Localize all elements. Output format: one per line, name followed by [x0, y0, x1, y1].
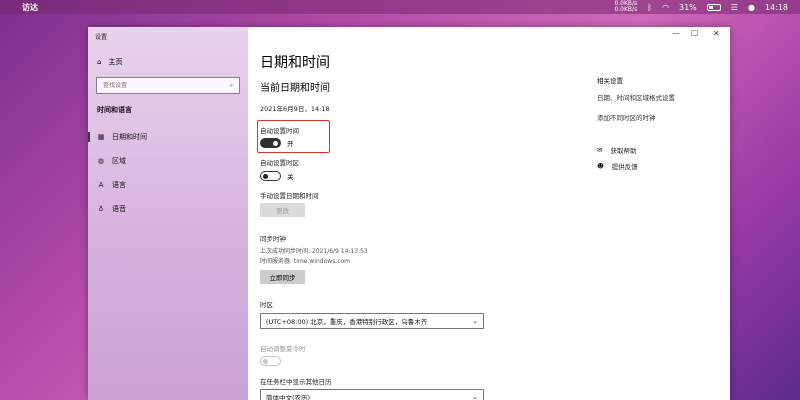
- settings-window: 设置 ⌂ 主页 ⌕ 时间和语言 ▦ 日期和时间 ◍ 区域 A 语言 ♁ 语音 —…: [88, 27, 730, 400]
- chevron-down-icon: ⌄: [472, 317, 478, 325]
- calendar-value: 简体中文(农历): [266, 394, 311, 400]
- page-title: 日期和时间: [260, 55, 330, 71]
- current-datetime: 2021年6月9日，14:18: [260, 105, 330, 113]
- net-down: 0.0KB/s: [614, 6, 638, 13]
- microphone-icon: ♁: [98, 205, 104, 213]
- time-server-text: 时间服务器: time.windows.com: [260, 258, 351, 265]
- chevron-down-icon: ⌄: [472, 393, 478, 400]
- status-area: 0.0KB/s 0.0KB/s ᛒ ◠ 31% ☰ ● 14:18: [614, 1, 800, 13]
- sidebar-item-label: 语言: [112, 181, 126, 189]
- sidebar-section-title: 时间和语言: [97, 106, 132, 114]
- feedback-label: 提供反馈: [611, 163, 638, 171]
- auto-time-toggle[interactable]: [260, 138, 281, 148]
- feedback-icon: ☻: [597, 162, 604, 170]
- auto-timezone-toggle[interactable]: [260, 171, 281, 181]
- auto-timezone-row: 关: [260, 171, 294, 181]
- sidebar-item-region[interactable]: ◍ 区域: [88, 153, 248, 169]
- help-icon: ✉: [597, 146, 603, 154]
- timezone-label: 时区: [260, 301, 273, 309]
- get-help-label: 获取帮助: [610, 147, 637, 155]
- network-speed: 0.0KB/s 0.0KB/s: [614, 1, 637, 13]
- last-sync-text: 上次成功同步时间: 2021/6/9 14:13:53: [260, 248, 368, 255]
- active-app-name[interactable]: 访达: [22, 2, 38, 13]
- auto-timezone-label: 自动设置时区: [260, 159, 299, 167]
- sidebar-item-label: 区域: [112, 157, 126, 165]
- globe-icon: ◍: [97, 157, 105, 165]
- calendar-select[interactable]: 简体中文(农历) ⌄: [260, 389, 484, 400]
- sync-now-button[interactable]: 立即同步: [260, 270, 305, 284]
- calendar-icon: ▦: [97, 133, 105, 141]
- bluetooth-icon[interactable]: ᛒ: [647, 3, 652, 12]
- section-title-current: 当前日期和时间: [260, 83, 330, 94]
- control-center-icon[interactable]: ☰: [731, 3, 738, 12]
- sidebar-item-date-time[interactable]: ▦ 日期和时间: [88, 129, 248, 145]
- dst-label: 自动调整夏令时: [260, 345, 306, 353]
- sidebar-home[interactable]: ⌂ 主页: [97, 57, 122, 67]
- search-icon[interactable]: ⌕: [230, 82, 233, 90]
- wifi-icon[interactable]: ◠: [662, 3, 669, 12]
- menubar-clock[interactable]: 14:18: [765, 3, 788, 12]
- auto-timezone-state: 关: [287, 173, 294, 181]
- close-button[interactable]: ✕: [713, 29, 720, 38]
- dst-row: [260, 356, 281, 366]
- main-content: — ☐ ✕ 日期和时间 当前日期和时间 2021年6月9日，14:18 自动设置…: [248, 27, 730, 400]
- related-settings-panel: 相关设置 日期、时间和区域格式设置 添加不同时区的时钟 ✉ 获取帮助 ☻ 提供反…: [597, 75, 727, 171]
- feedback-link[interactable]: ☻ 提供反馈: [597, 161, 727, 171]
- auto-time-row: 开: [260, 138, 294, 148]
- maximize-button[interactable]: ☐: [691, 29, 698, 38]
- search-input[interactable]: [103, 82, 213, 89]
- minimize-button[interactable]: —: [672, 29, 680, 38]
- window-title: 设置: [95, 34, 108, 41]
- sidebar-home-label: 主页: [108, 58, 123, 66]
- sidebar-item-speech[interactable]: ♁ 语音: [88, 201, 248, 217]
- related-settings-title: 相关设置: [597, 77, 623, 85]
- auto-time-label: 自动设置时间: [260, 127, 299, 135]
- menu-bar: 访达 0.0KB/s 0.0KB/s ᛒ ◠ 31% ☰ ● 14:18: [0, 0, 800, 14]
- sync-heading: 同步时钟: [260, 235, 286, 243]
- manual-time-label: 手动设置日期和时间: [260, 192, 319, 200]
- battery-percent: 31%: [679, 2, 697, 12]
- get-help-link[interactable]: ✉ 获取帮助: [597, 145, 727, 155]
- sidebar-item-label: 语音: [112, 205, 126, 213]
- change-button[interactable]: 更改: [260, 203, 305, 217]
- home-icon: ⌂: [97, 58, 102, 66]
- sidebar: 设置 ⌂ 主页 ⌕ 时间和语言 ▦ 日期和时间 ◍ 区域 A 语言 ♁ 语音: [88, 27, 248, 400]
- calendar-label: 在任务栏中显示其他日历: [260, 378, 332, 386]
- sidebar-item-language[interactable]: A 语言: [88, 177, 248, 193]
- battery-icon[interactable]: [706, 3, 721, 11]
- dst-toggle[interactable]: [260, 356, 281, 366]
- timezone-value: (UTC+08:00) 北京，重庆，香港特别行政区，乌鲁木齐: [266, 318, 428, 326]
- siri-icon[interactable]: ●: [748, 3, 755, 12]
- link-add-clocks[interactable]: 添加不同时区的时钟: [597, 112, 727, 122]
- auto-time-state: 开: [287, 140, 294, 148]
- sidebar-item-label: 日期和时间: [112, 133, 147, 141]
- search-box[interactable]: ⌕: [96, 77, 240, 94]
- language-icon: A: [98, 181, 104, 189]
- timezone-select[interactable]: (UTC+08:00) 北京，重庆，香港特别行政区，乌鲁木齐 ⌄: [260, 313, 484, 329]
- link-date-time-format[interactable]: 日期、时间和区域格式设置: [597, 92, 727, 102]
